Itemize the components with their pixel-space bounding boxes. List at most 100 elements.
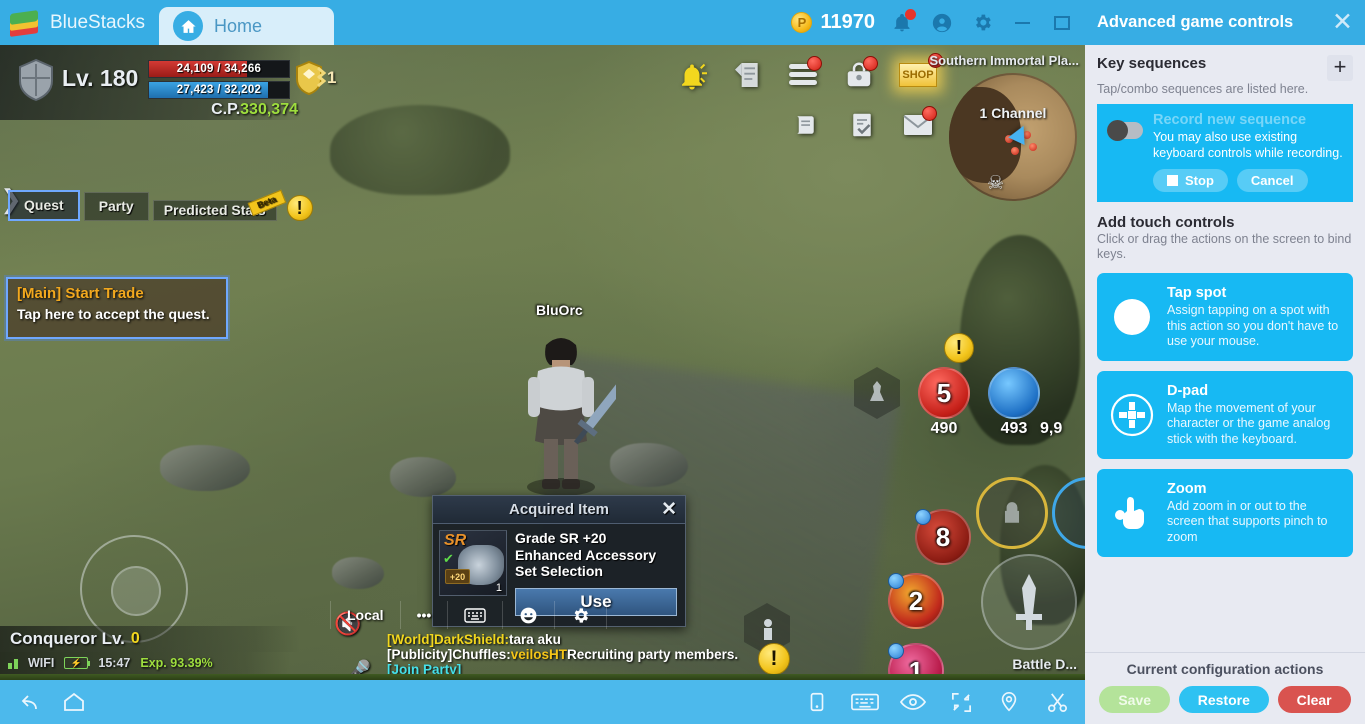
mission-icon[interactable] [842,105,882,145]
touch-control-card-dpad[interactable]: D-pad Map the movement of your character… [1097,370,1353,459]
tab-party[interactable]: Party [83,192,149,222]
tab-home-label: Home [214,15,263,36]
add-sequence-button[interactable]: + [1327,55,1353,81]
minimize-button[interactable] [1009,10,1035,36]
close-icon[interactable]: ✕ [661,499,677,521]
tap-spot-title: Tap spot [1167,284,1227,301]
tab-quest[interactable]: Quest [8,190,80,222]
chat-sender: DarkShield: [434,632,510,647]
clear-button[interactable]: Clear [1277,686,1351,713]
cancel-label: Cancel [1250,172,1294,188]
scissors-icon[interactable] [1043,688,1071,716]
chat-tab-local[interactable]: Local [330,601,401,629]
conqueror-value: 0 [130,630,140,647]
quest-tab-bar: Quest Party Predicted Stats Beta ! [8,189,313,222]
dpad-description: Map the movement of your character or th… [1167,400,1331,446]
hp-potion-button[interactable]: 5 [918,367,970,419]
chat-tab-more[interactable]: ••• [401,601,449,629]
locked-skill-slot[interactable] [976,477,1048,549]
notes-icon[interactable] [727,55,767,95]
mail-icon[interactable] [898,105,938,145]
account-icon[interactable] [929,10,955,36]
chat-panel[interactable]: Local ••• [World]DarkShield:tara aku [Pu… [330,601,750,680]
chat-player-name: veilosHT [510,647,568,663]
tab-home[interactable]: Home [159,7,335,45]
multi-instance-icon[interactable] [803,688,831,716]
tab-predicted-stats[interactable]: Predicted Stats Beta [152,189,286,222]
conqueror-status: Conqueror Lv. 0 [0,626,300,652]
home-icon [173,11,204,41]
emoji-icon[interactable] [503,601,556,629]
bell-icon[interactable] [889,8,916,36]
skill-button-2[interactable]: 2 [888,573,944,629]
chat-body: tara aku [509,632,561,647]
chat-message-list: [World]DarkShield:tara aku [Publicity]Ch… [330,632,750,680]
mp-potion-button[interactable] [988,367,1040,419]
event-alert-icon[interactable]: ! [944,333,974,363]
quest-subtitle: Tap here to accept the quest. [17,306,210,322]
dpad-icon [1109,392,1155,438]
minimap[interactable]: 1 Channel ☠ [949,73,1077,201]
attack-button[interactable] [981,554,1077,650]
bag-icon[interactable] [839,55,879,95]
skill-button-8[interactable]: 8 [915,509,971,565]
eye-icon[interactable] [899,688,927,716]
touch-control-card-zoom[interactable]: Zoom Add zoom in or out to the screen th… [1097,468,1353,557]
close-icon[interactable]: ✕ [1332,10,1353,35]
stop-recording-button[interactable]: Stop [1153,168,1228,192]
home-icon[interactable] [60,688,88,716]
restore-button[interactable]: Restore [1178,686,1269,713]
record-sequence-description: You may also use existing keyboard contr… [1153,129,1343,160]
player-level: Lv. 180 [62,65,139,91]
toolbar-right-group [803,688,1071,716]
keyboard-controls-icon[interactable] [851,688,879,716]
back-icon[interactable] [14,688,42,716]
maximize-button[interactable] [1049,10,1075,36]
record-toggle[interactable] [1107,119,1143,141]
chat-message: [Publicity]Chuffles:veilosHTRecruiting p… [387,647,750,677]
cp-value: 330,374 [240,101,298,118]
location-icon[interactable] [995,688,1023,716]
coin-icon: P [791,12,813,33]
minimap-marker [1029,143,1037,151]
keyboard-icon[interactable] [448,601,504,629]
save-button[interactable]: Save [1099,686,1171,713]
mail-badge [922,106,937,121]
tap-spot-icon [1109,294,1155,340]
touch-control-card-tap-spot[interactable]: Tap spot Assign tapping on a spot with t… [1097,272,1353,361]
rank-badge[interactable]: 1 [292,57,338,99]
panel-header: Advanced game controls ✕ [1085,0,1365,45]
fullscreen-icon[interactable] [947,688,975,716]
item-thumbnail[interactable]: SR ✔ +20 1 [439,530,507,596]
exp-label: Exp. 93.39% [140,656,213,670]
network-label: WIFI [28,656,55,670]
tap-spot-text: Tap spot Assign tapping on a spot with t… [1167,284,1341,350]
coin-balance[interactable]: P 11970 [791,11,875,34]
record-sequence-card[interactable]: Record new sequence You may also use exi… [1097,103,1353,202]
battery-icon: ⚡ [64,657,91,669]
game-viewport[interactable]: BluOrc Lv. 180 24,109 / 34,266 27,423 / … [0,45,1085,680]
chat-channel: [Publicity] [387,647,453,663]
scroll-icon[interactable] [785,105,825,145]
record-sequence-actions: Stop Cancel [1153,168,1343,192]
brand-label: BlueStacks [50,11,146,33]
chat-channel: [World] [387,632,434,647]
clock-label: 15:47 [98,656,131,670]
gear-icon[interactable] [969,10,995,36]
chat-settings-gear-icon[interactable] [555,601,608,629]
zone-name: Southern Immortal Pla... [929,53,1079,68]
dpad-text: D-pad Map the movement of your character… [1167,382,1341,448]
record-sequence-content: Record new sequence You may also use exi… [1153,112,1343,192]
key-sequences-header: Key sequences + [1097,55,1353,81]
battle-mode-label[interactable]: Battle D... [1012,656,1077,672]
terrain-rock [610,443,688,487]
quest-alert-icon[interactable]: ! [286,195,313,222]
item-grade: SR [444,532,467,549]
hp-potion-key: 5 [936,377,952,408]
signal-icon [8,657,18,669]
menu-icon[interactable] [783,55,823,95]
quest-tracker[interactable]: [Main] Start Trade Tap here to accept th… [6,277,228,339]
footer-title: Current configuration actions [1126,661,1324,677]
cancel-recording-button[interactable]: Cancel [1236,168,1308,192]
bell-icon[interactable] [672,57,712,97]
